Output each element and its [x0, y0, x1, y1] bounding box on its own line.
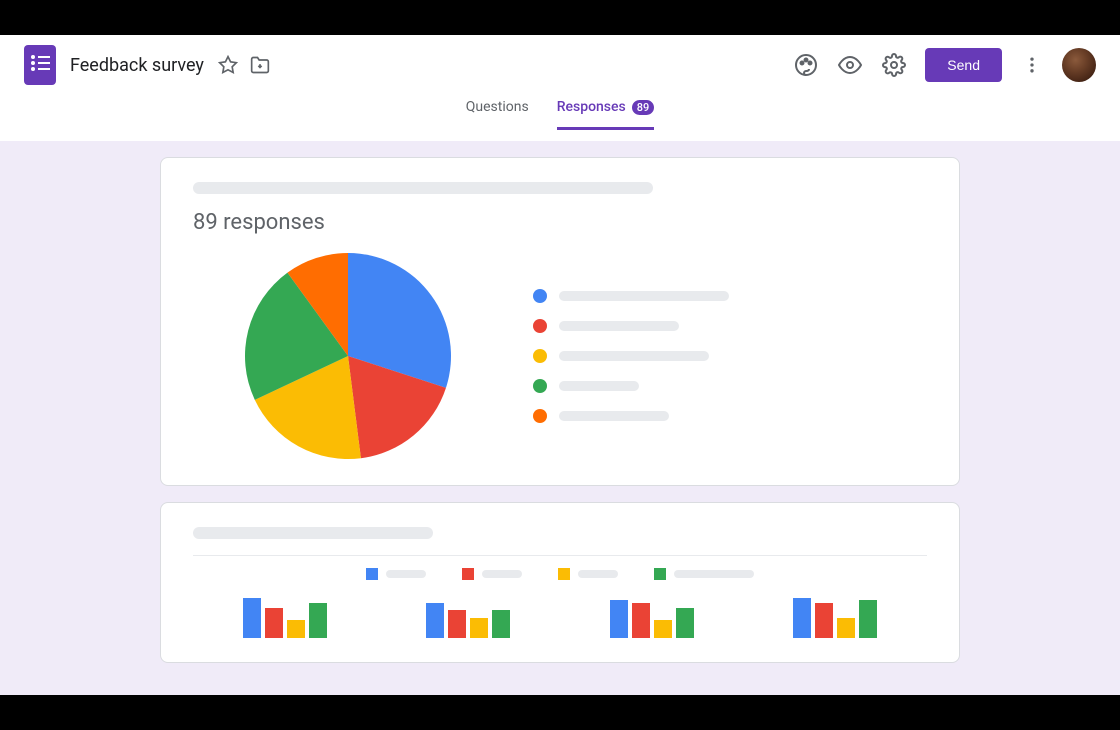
question-title-placeholder-2 [193, 527, 433, 539]
tabs-bar: Questions Responses 89 [0, 95, 1120, 141]
bar-group [610, 600, 694, 638]
bar [815, 603, 833, 638]
bar-group [426, 603, 510, 638]
legend-dot-icon [533, 319, 547, 333]
legend-dot-icon [533, 289, 547, 303]
bar [287, 620, 305, 638]
tab-questions[interactable]: Questions [466, 99, 529, 127]
account-avatar[interactable] [1062, 48, 1096, 82]
question-title-placeholder [193, 182, 653, 194]
pie-chart-card: 89 responses [160, 157, 960, 486]
pie-legend [533, 289, 729, 423]
legend-square-icon [366, 568, 378, 580]
bar-legend-item [654, 568, 754, 580]
bar [859, 600, 877, 638]
send-button[interactable]: Send [925, 48, 1002, 82]
bar [632, 603, 650, 638]
bar [492, 610, 510, 638]
bar [610, 600, 628, 638]
bar-chart [193, 588, 927, 638]
move-to-folder-icon[interactable] [248, 53, 272, 77]
bar [654, 620, 672, 638]
legend-square-icon [558, 568, 570, 580]
tab-responses-label: Responses [557, 99, 626, 115]
bar-legend [193, 555, 927, 580]
legend-item [533, 289, 729, 303]
bar [793, 598, 811, 638]
bar [426, 603, 444, 638]
bar [243, 598, 261, 638]
bar [265, 608, 283, 638]
bar [309, 603, 327, 638]
bar [448, 610, 466, 638]
top-letterbox [0, 0, 1120, 35]
legend-item [533, 409, 729, 423]
legend-square-icon [654, 568, 666, 580]
app-header: Feedback survey Send [0, 35, 1120, 95]
legend-label-placeholder [386, 570, 426, 578]
content-area: 89 responses [0, 141, 1120, 730]
bar-legend-item [462, 568, 522, 580]
legend-label-placeholder [674, 570, 754, 578]
bar-chart-card [160, 502, 960, 663]
responses-badge: 89 [632, 100, 655, 115]
legend-label-placeholder [559, 351, 709, 361]
legend-dot-icon [533, 409, 547, 423]
bar-legend-item [558, 568, 618, 580]
legend-dot-icon [533, 379, 547, 393]
bottom-letterbox [0, 695, 1120, 730]
legend-label-placeholder [482, 570, 522, 578]
pie-chart [243, 251, 453, 461]
legend-item [533, 319, 729, 333]
preview-icon[interactable] [837, 52, 863, 78]
legend-item [533, 349, 729, 363]
bar [837, 618, 855, 638]
legend-label-placeholder [559, 321, 679, 331]
document-title[interactable]: Feedback survey [70, 55, 204, 76]
legend-label-placeholder [578, 570, 618, 578]
legend-label-placeholder [559, 411, 669, 421]
legend-label-placeholder [559, 381, 639, 391]
bar [676, 608, 694, 638]
forms-logo-icon[interactable] [24, 45, 56, 85]
bar [470, 618, 488, 638]
legend-item [533, 379, 729, 393]
bar-legend-item [366, 568, 426, 580]
tab-responses[interactable]: Responses 89 [557, 99, 655, 130]
responses-count: 89 responses [193, 210, 927, 235]
header-actions: Send [793, 48, 1096, 82]
star-icon[interactable] [216, 53, 240, 77]
legend-dot-icon [533, 349, 547, 363]
settings-icon[interactable] [881, 52, 907, 78]
legend-square-icon [462, 568, 474, 580]
legend-label-placeholder [559, 291, 729, 301]
bar-group [793, 598, 877, 638]
more-menu-icon[interactable] [1020, 53, 1044, 77]
bar-group [243, 598, 327, 638]
palette-icon[interactable] [793, 52, 819, 78]
